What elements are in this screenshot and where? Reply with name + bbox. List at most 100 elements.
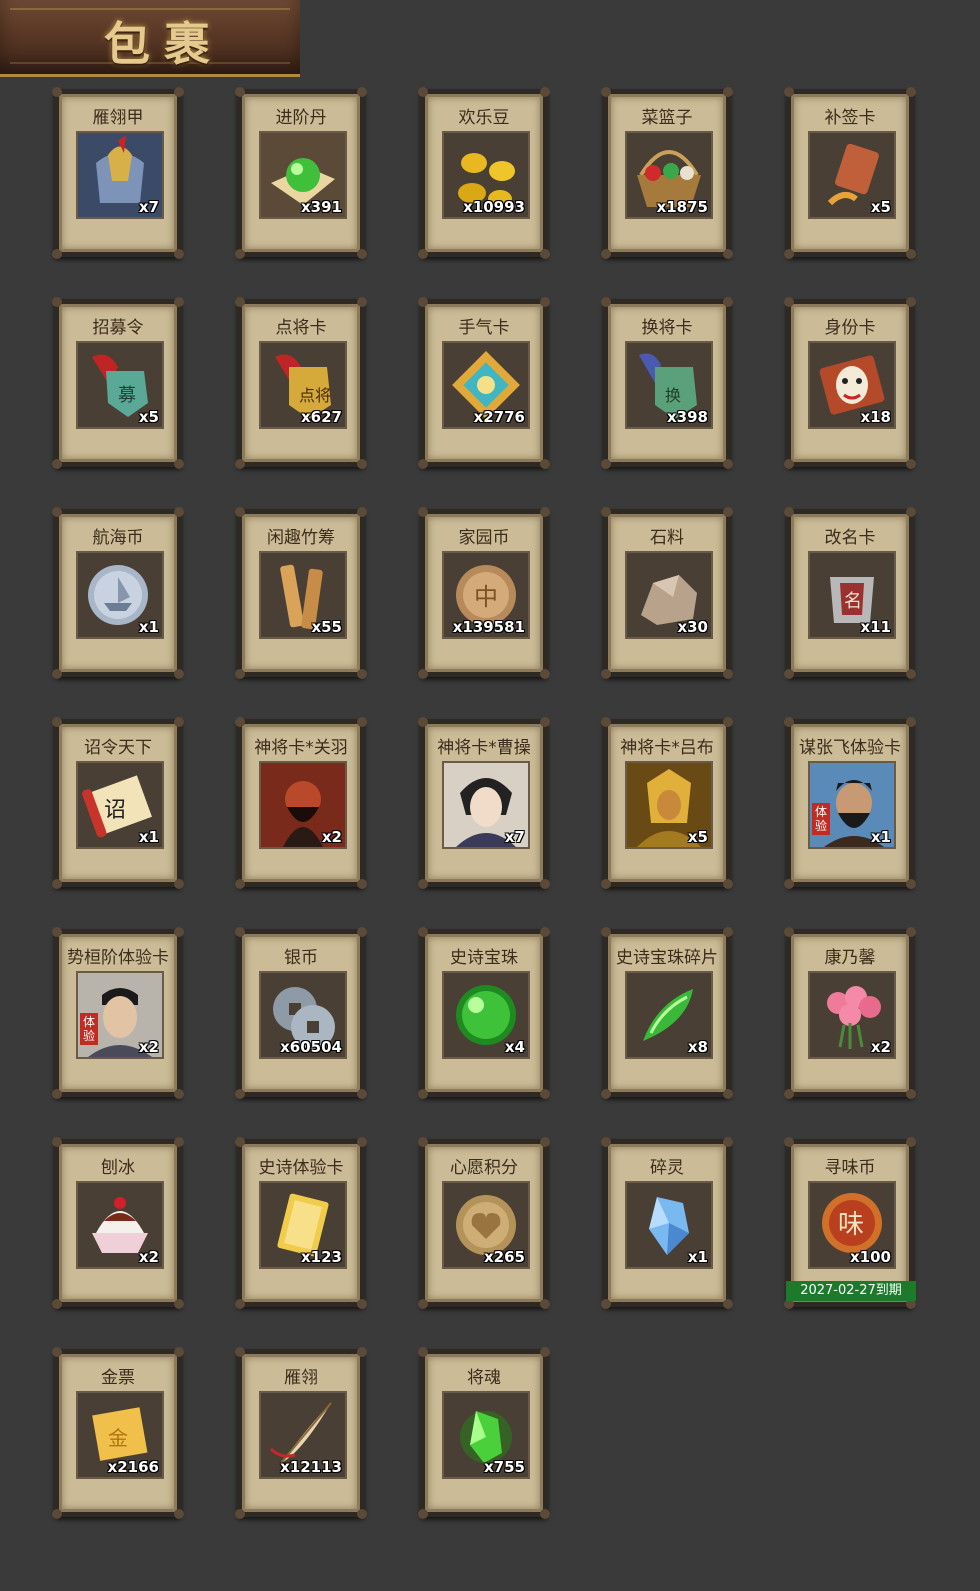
- frame-corner-ornament: [174, 1299, 184, 1309]
- item-card[interactable]: 史诗体验卡 x123: [235, 1137, 367, 1309]
- frame-corner-ornament: [540, 1347, 550, 1357]
- frame-corner-ornament: [723, 249, 733, 259]
- item-card[interactable]: 改名卡名 x11: [784, 507, 916, 679]
- item-quantity: x55: [311, 618, 342, 636]
- frame-corner-ornament: [418, 249, 428, 259]
- item-quantity: x627: [301, 408, 342, 426]
- item-card[interactable]: 石料 x30: [601, 507, 733, 679]
- item-quantity: x4: [504, 1038, 525, 1056]
- item-card[interactable]: 势桓阶体验卡 体验 x2: [52, 927, 184, 1099]
- item-name: 诏令天下: [84, 738, 152, 758]
- item-card[interactable]: 换将卡换 x398: [601, 297, 733, 469]
- frame-corner-ornament: [52, 927, 62, 937]
- item-quantity: x1: [138, 618, 159, 636]
- frame-corner-ornament: [906, 669, 916, 679]
- item-name: 康乃馨: [824, 948, 876, 968]
- item-card[interactable]: 身份卡 x18: [784, 297, 916, 469]
- frame-corner-ornament: [357, 459, 367, 469]
- item-card[interactable]: 菜篮子 x1875: [601, 87, 733, 259]
- item-quantity: x60504: [280, 1038, 342, 1056]
- frame-corner-ornament: [723, 1137, 733, 1147]
- item-quantity: x1: [138, 828, 159, 846]
- frame-corner-ornament: [540, 1089, 550, 1099]
- frame-corner-ornament: [906, 249, 916, 259]
- frame-corner-ornament: [52, 1509, 62, 1519]
- item-card[interactable]: 雁翎甲 x7: [52, 87, 184, 259]
- sign-card-icon: x5: [808, 131, 896, 219]
- expiry-banner: 2027-02-27到期: [786, 1281, 916, 1301]
- item-quantity: x2: [321, 828, 342, 846]
- item-card[interactable]: 刨冰 x2: [52, 1137, 184, 1309]
- frame-corner-ornament: [784, 879, 794, 889]
- item-card[interactable]: 雁翎 x12113: [235, 1347, 367, 1519]
- frame-corner-ornament: [601, 507, 611, 517]
- frame-corner-ornament: [174, 879, 184, 889]
- item-quantity: x10993: [463, 198, 525, 216]
- item-name: 神将卡*吕布: [620, 738, 714, 758]
- item-quantity: x391: [301, 198, 342, 216]
- green-orb-icon: x4: [442, 971, 530, 1059]
- item-card[interactable]: 寻味币味 x100 2027-02-27到期: [784, 1137, 916, 1309]
- item-card[interactable]: 航海币 x1: [52, 507, 184, 679]
- frame-corner-ornament: [235, 459, 245, 469]
- frame-corner-ornament: [418, 717, 428, 727]
- svg-text:名: 名: [844, 591, 862, 612]
- item-quantity: x7: [138, 198, 159, 216]
- frame-corner-ornament: [357, 879, 367, 889]
- item-card[interactable]: 神将卡*吕布 x5: [601, 717, 733, 889]
- frame-corner-ornament: [723, 1089, 733, 1099]
- item-card[interactable]: 史诗宝珠碎片 x8: [601, 927, 733, 1099]
- item-card[interactable]: 康乃馨 x2: [784, 927, 916, 1099]
- frame-corner-ornament: [540, 1509, 550, 1519]
- item-card[interactable]: 进阶丹 x391: [235, 87, 367, 259]
- frame-corner-ornament: [52, 249, 62, 259]
- item-card[interactable]: 诏令天下诏 x1: [52, 717, 184, 889]
- item-card[interactable]: 金票金 x2166: [52, 1347, 184, 1519]
- item-name: 神将卡*关羽: [254, 738, 348, 758]
- frame-corner-ornament: [235, 297, 245, 307]
- item-card[interactable]: 手气卡 x2776: [418, 297, 550, 469]
- item-card[interactable]: 家园币中 x139581: [418, 507, 550, 679]
- general-card-icon: 点将 x627: [259, 341, 347, 429]
- item-name: 闲趣竹筹: [267, 528, 335, 548]
- shaved-ice-icon: x2: [76, 1181, 164, 1269]
- frame-corner-ornament: [906, 927, 916, 937]
- item-quantity: x2776: [473, 408, 525, 426]
- frame-corner-ornament: [784, 1137, 794, 1147]
- item-card[interactable]: 史诗宝珠 x4: [418, 927, 550, 1099]
- item-name: 势桓阶体验卡: [67, 948, 169, 968]
- feather-icon: x12113: [259, 1391, 347, 1479]
- item-card[interactable]: 点将卡 点将 x627: [235, 297, 367, 469]
- green-soul-icon: x755: [442, 1391, 530, 1479]
- item-card[interactable]: 神将卡*关羽 x2: [235, 717, 367, 889]
- guanyu-portrait-icon: x2: [259, 761, 347, 849]
- item-card[interactable]: 谋张飞体验卡 体验 x1: [784, 717, 916, 889]
- frame-corner-ornament: [540, 297, 550, 307]
- item-card[interactable]: 补签卡 x5: [784, 87, 916, 259]
- frame-corner-ornament: [357, 1089, 367, 1099]
- bag-title-banner: 包裹: [0, 0, 300, 77]
- frame-corner-ornament: [906, 459, 916, 469]
- item-card[interactable]: 闲趣竹筹 x55: [235, 507, 367, 679]
- item-card[interactable]: 神将卡*曹操 x7: [418, 717, 550, 889]
- frame-corner-ornament: [540, 879, 550, 889]
- frame-corner-ornament: [418, 669, 428, 679]
- stone-icon: x30: [625, 551, 713, 639]
- frame-corner-ornament: [540, 717, 550, 727]
- item-name: 改名卡: [824, 528, 876, 548]
- frame-corner-ornament: [174, 669, 184, 679]
- item-card[interactable]: 将魂 x755: [418, 1347, 550, 1519]
- item-card[interactable]: 碎灵 x1: [601, 1137, 733, 1309]
- item-card[interactable]: 招募令募 x5: [52, 297, 184, 469]
- item-card[interactable]: 欢乐豆 x10993: [418, 87, 550, 259]
- frame-corner-ornament: [235, 87, 245, 97]
- item-card[interactable]: 银币 x60504: [235, 927, 367, 1099]
- frame-corner-ornament: [601, 87, 611, 97]
- frame-corner-ornament: [357, 1299, 367, 1309]
- frame-corner-ornament: [52, 879, 62, 889]
- item-name: 换将卡: [641, 318, 693, 338]
- trial-tag: 体验: [812, 803, 830, 835]
- edict-scroll-icon: 诏 x1: [76, 761, 164, 849]
- frame-corner-ornament: [418, 1347, 428, 1357]
- item-card[interactable]: 心愿积分 x265: [418, 1137, 550, 1309]
